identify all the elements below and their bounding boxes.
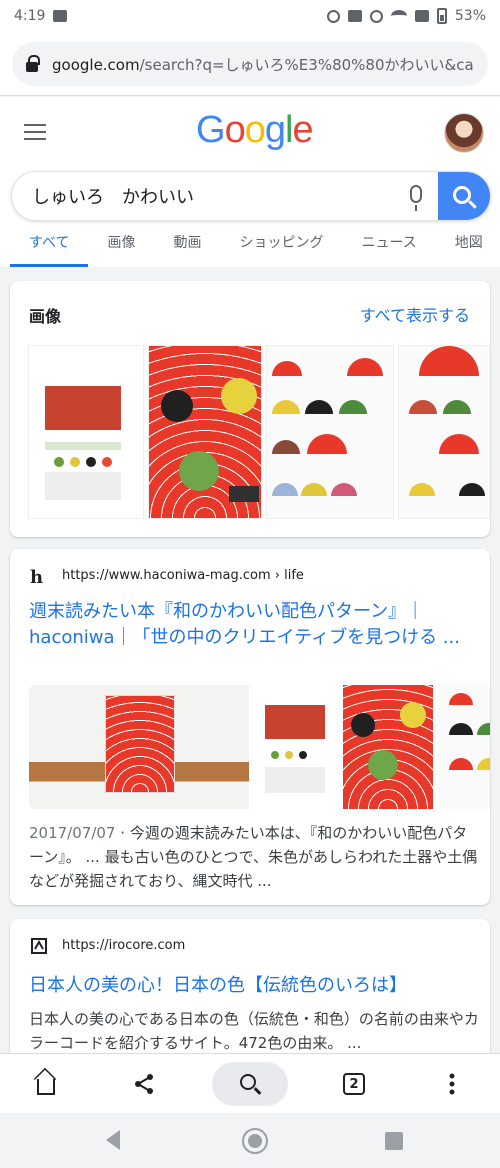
- back-icon[interactable]: [106, 1130, 120, 1150]
- tab-maps[interactable]: 地図: [436, 233, 500, 267]
- search-tab-button[interactable]: [212, 1062, 288, 1106]
- microphone-icon[interactable]: [410, 185, 422, 211]
- result-snippet: 日本人の美の心である日本の色（伝統色・和色）の名前の由来やカラーコードを紹介する…: [29, 1010, 479, 1052]
- tabs-button[interactable]: 2: [334, 1064, 374, 1104]
- status-bar: 4:19 53%: [0, 0, 500, 32]
- share-button[interactable]: [124, 1064, 164, 1104]
- images-section-title: 画像: [29, 307, 62, 326]
- share-icon: [135, 1074, 153, 1094]
- google-header: Google すべて 画像 動画 ショッピング ニュース 地図: [0, 97, 500, 267]
- tab-news[interactable]: ニュース: [342, 233, 435, 267]
- dnd-icon: [369, 9, 383, 23]
- status-time: 4:19: [14, 8, 46, 24]
- home-button[interactable]: [26, 1064, 66, 1104]
- search-icon: [453, 186, 471, 204]
- search-icon: [240, 1074, 256, 1090]
- menu-icon[interactable]: [24, 124, 46, 140]
- result-image[interactable]: [29, 685, 249, 809]
- bluetooth-icon: [326, 9, 340, 23]
- vibrate-icon: [347, 10, 362, 22]
- result-image-strip: [29, 685, 490, 809]
- url-text[interactable]: google.com/search?q=しゅいろ%E3%80%80かわいい&ca: [52, 54, 474, 75]
- book-cover: [105, 695, 175, 793]
- notification-icon: [53, 10, 68, 22]
- result-image[interactable]: [439, 685, 490, 809]
- bottom-toolbar: 2: [0, 1053, 500, 1113]
- site-favicon: [30, 937, 48, 955]
- search-result: https://irocore.com 日本人の美の心！日本の色【伝統色のいろは…: [10, 919, 490, 1069]
- google-logo[interactable]: Google: [196, 109, 314, 152]
- image-thumbnail[interactable]: [266, 345, 394, 519]
- battery-icon: [436, 8, 447, 24]
- wifi-icon: [390, 10, 407, 22]
- more-vert-icon: [449, 1073, 455, 1095]
- result-snippet: 2017/07/07 · 今週の週末読みたい本は、『和のかわいい配色パターン』。…: [29, 824, 478, 890]
- recents-icon[interactable]: [385, 1132, 403, 1150]
- tab-all[interactable]: すべて: [10, 233, 89, 267]
- home-nav-icon[interactable]: [242, 1128, 268, 1154]
- tab-count-icon: 2: [343, 1073, 365, 1095]
- search-button[interactable]: [438, 172, 490, 220]
- see-all-link[interactable]: すべて表示する: [360, 302, 470, 326]
- result-title-link[interactable]: 週末読みたい本『和のかわいい配色パターン』｜haconiwa｜「世の中のクリエイ…: [29, 599, 479, 651]
- result-url[interactable]: https://irocore.com: [62, 938, 185, 953]
- image-thumbnail[interactable]: [148, 345, 262, 519]
- site-favicon: h: [30, 567, 44, 588]
- battery-percent: 53%: [454, 8, 486, 24]
- address-bar[interactable]: google.com/search?q=しゅいろ%E3%80%80かわいい&ca: [12, 42, 488, 86]
- home-icon: [37, 1079, 55, 1095]
- result-date: 2017/07/07: [29, 824, 116, 842]
- search-result: h https://www.haconiwa-mag.com › life 週末…: [10, 549, 490, 905]
- images-card: 画像 すべて表示する: [10, 281, 490, 537]
- tab-shopping[interactable]: ショッピング: [220, 233, 342, 267]
- browser-toolbar: google.com/search?q=しゅいろ%E3%80%80かわいい&ca: [0, 32, 500, 96]
- lock-icon[interactable]: [26, 54, 40, 72]
- result-url[interactable]: https://www.haconiwa-mag.com › life: [62, 568, 304, 583]
- result-image[interactable]: [343, 685, 433, 809]
- search-box: [11, 171, 491, 221]
- signal-icon: [414, 10, 429, 22]
- result-title-link[interactable]: 日本人の美の心！日本の色【伝統色のいろは】: [29, 971, 407, 997]
- search-tabs: すべて 画像 動画 ショッピング ニュース 地図: [10, 233, 500, 267]
- image-strip: [28, 345, 490, 519]
- tab-videos[interactable]: 動画: [154, 233, 220, 267]
- image-thumbnail[interactable]: [398, 345, 490, 519]
- image-thumbnail[interactable]: [28, 345, 144, 519]
- account-avatar[interactable]: [444, 113, 484, 153]
- more-button[interactable]: [432, 1064, 472, 1104]
- search-input[interactable]: [32, 185, 402, 207]
- result-image[interactable]: [255, 685, 337, 809]
- android-nav-bar: [0, 1113, 500, 1168]
- tab-images[interactable]: 画像: [88, 233, 154, 267]
